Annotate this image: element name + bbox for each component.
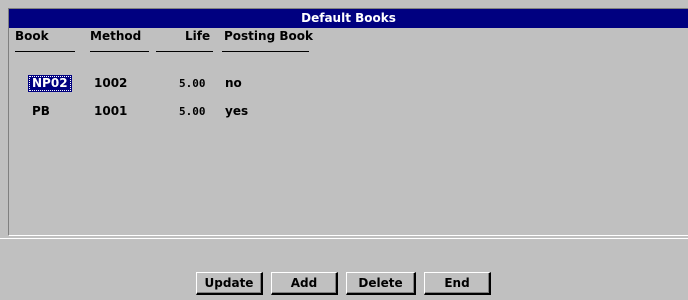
- add-button[interactable]: Add: [271, 272, 338, 295]
- row-method-cell[interactable]: 1001: [94, 103, 127, 120]
- column-header-book: Book: [15, 29, 49, 43]
- row-life-cell[interactable]: 5.00: [179, 103, 206, 120]
- default-books-panel: Default Books Book Method Life Posting B…: [8, 8, 688, 236]
- column-underline-book: [15, 51, 75, 52]
- column-underline-method: [90, 51, 149, 52]
- panel-title: Default Books: [9, 9, 688, 28]
- row-book-cell[interactable]: NP02: [28, 75, 72, 92]
- column-underline-posting-book: [222, 51, 309, 52]
- button-bar: [0, 238, 688, 300]
- row-book-cell[interactable]: PB: [32, 103, 50, 120]
- row-method-cell[interactable]: 1002: [94, 75, 127, 92]
- update-button[interactable]: Update: [196, 272, 263, 295]
- row-life-cell[interactable]: 5.00: [179, 75, 206, 92]
- column-underline-life: [156, 51, 213, 52]
- delete-button[interactable]: Delete: [346, 272, 416, 295]
- column-header-posting-book: Posting Book: [224, 29, 313, 43]
- row-posting-book-cell[interactable]: yes: [225, 103, 248, 120]
- row-posting-book-cell[interactable]: no: [225, 75, 242, 92]
- end-button[interactable]: End: [424, 272, 491, 295]
- column-header-life: Life: [185, 29, 211, 43]
- column-header-method: Method: [90, 29, 142, 43]
